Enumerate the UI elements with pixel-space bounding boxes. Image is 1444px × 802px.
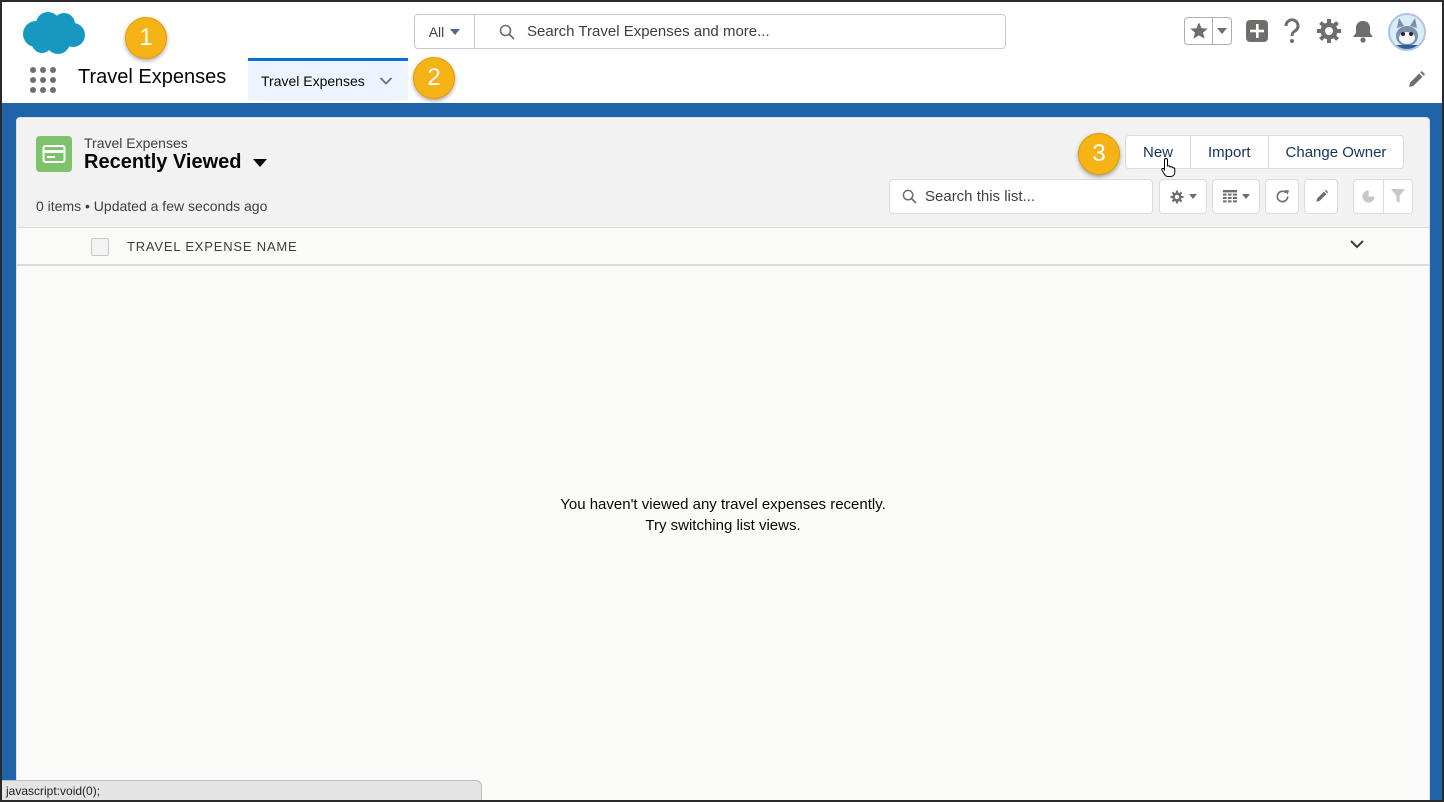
list-view-card: Travel Expenses Recently Viewed 0 items …: [16, 117, 1430, 800]
table-display-icon: [1222, 190, 1237, 203]
page-background: Travel Expenses Recently Viewed 0 items …: [2, 103, 1442, 800]
favorites-menu-toggle[interactable]: [1213, 18, 1231, 44]
global-header: All Search Travel Expenses and more...: [2, 2, 1442, 58]
refresh-button[interactable]: [1265, 179, 1299, 214]
global-actions-plus-icon[interactable]: [1244, 18, 1270, 44]
chart-filter-group: [1353, 179, 1413, 214]
app-name: Travel Expenses: [78, 66, 227, 88]
table-column-header: TRAVEL EXPENSE NAME: [17, 228, 1429, 266]
favorites-star-icon[interactable]: [1185, 18, 1213, 44]
chevron-down-icon[interactable]: [379, 76, 393, 86]
search-icon: [499, 24, 515, 40]
global-search[interactable]: All Search Travel Expenses and more...: [414, 14, 1006, 49]
search-icon: [902, 189, 917, 204]
salesforce-cloud-logo[interactable]: [20, 10, 86, 56]
import-button[interactable]: Import: [1191, 136, 1269, 168]
empty-state-line-2: Try switching list views.: [645, 517, 801, 534]
caret-down-icon[interactable]: [253, 158, 268, 167]
callout-badge-3: 3: [1078, 133, 1120, 175]
pencil-edit-icon[interactable]: [1406, 70, 1426, 90]
object-label: Travel Expenses: [84, 135, 188, 151]
pencil-edit-icon: [1315, 189, 1328, 202]
chevron-down-icon[interactable]: [1349, 238, 1365, 250]
chart-button[interactable]: [1354, 180, 1384, 213]
travel-expense-object-icon: [36, 136, 72, 172]
list-view-header: Travel Expenses Recently Viewed 0 items …: [17, 118, 1429, 228]
tab-label: Travel Expenses: [261, 72, 365, 89]
help-icon[interactable]: [1280, 16, 1304, 46]
favorites-button[interactable]: [1184, 17, 1232, 45]
tab-travel-expenses[interactable]: Travel Expenses: [248, 58, 408, 100]
browser-frame: All Search Travel Expenses and more... T…: [0, 0, 1444, 802]
search-input[interactable]: Search Travel Expenses and more...: [527, 15, 770, 48]
empty-state-line-1: You haven't viewed any travel expenses r…: [560, 496, 886, 513]
app-launcher-icon[interactable]: [30, 67, 56, 93]
list-search-input[interactable]: Search this list...: [889, 179, 1153, 214]
caret-down-icon: [450, 28, 461, 35]
callout-badge-2: 2: [413, 57, 455, 99]
empty-state-message: You haven't viewed any travel expenses r…: [17, 494, 1429, 536]
refresh-icon: [1276, 189, 1289, 203]
hand-cursor-icon: [1161, 157, 1176, 177]
list-search-placeholder: Search this list...: [925, 188, 1036, 205]
new-button[interactable]: New: [1126, 136, 1192, 168]
setup-gear-icon[interactable]: [1315, 17, 1343, 45]
chart-icon: [1362, 190, 1375, 203]
settings-gear-icon: [1170, 190, 1183, 203]
list-view-meta: 0 items • Updated a few seconds ago: [36, 198, 268, 214]
search-scope-label: All: [428, 23, 445, 40]
caret-down-icon: [1188, 194, 1197, 199]
notifications-bell-icon[interactable]: [1350, 18, 1376, 44]
display-as-button[interactable]: [1212, 179, 1260, 214]
avatar[interactable]: [1388, 13, 1426, 51]
list-view-controls-button[interactable]: [1159, 179, 1207, 214]
filter-icon: [1390, 189, 1405, 203]
browser-status-bar: javascript:void(0);: [2, 780, 482, 800]
list-view-name: Recently Viewed: [84, 151, 242, 173]
inline-edit-button[interactable]: [1304, 179, 1338, 214]
filter-button[interactable]: [1384, 180, 1413, 213]
caret-down-icon: [1217, 28, 1227, 34]
list-view-selector[interactable]: Recently Viewed: [84, 151, 268, 174]
navigation-bar: Travel Expenses Travel Expenses: [2, 58, 1442, 100]
change-owner-button[interactable]: Change Owner: [1268, 136, 1404, 168]
select-all-checkbox[interactable]: [91, 238, 109, 256]
search-scope-dropdown[interactable]: All: [415, 15, 475, 48]
callout-badge-1: 1: [125, 17, 167, 59]
caret-down-icon: [1241, 194, 1250, 199]
column-travel-expense-name[interactable]: TRAVEL EXPENSE NAME: [127, 239, 298, 254]
